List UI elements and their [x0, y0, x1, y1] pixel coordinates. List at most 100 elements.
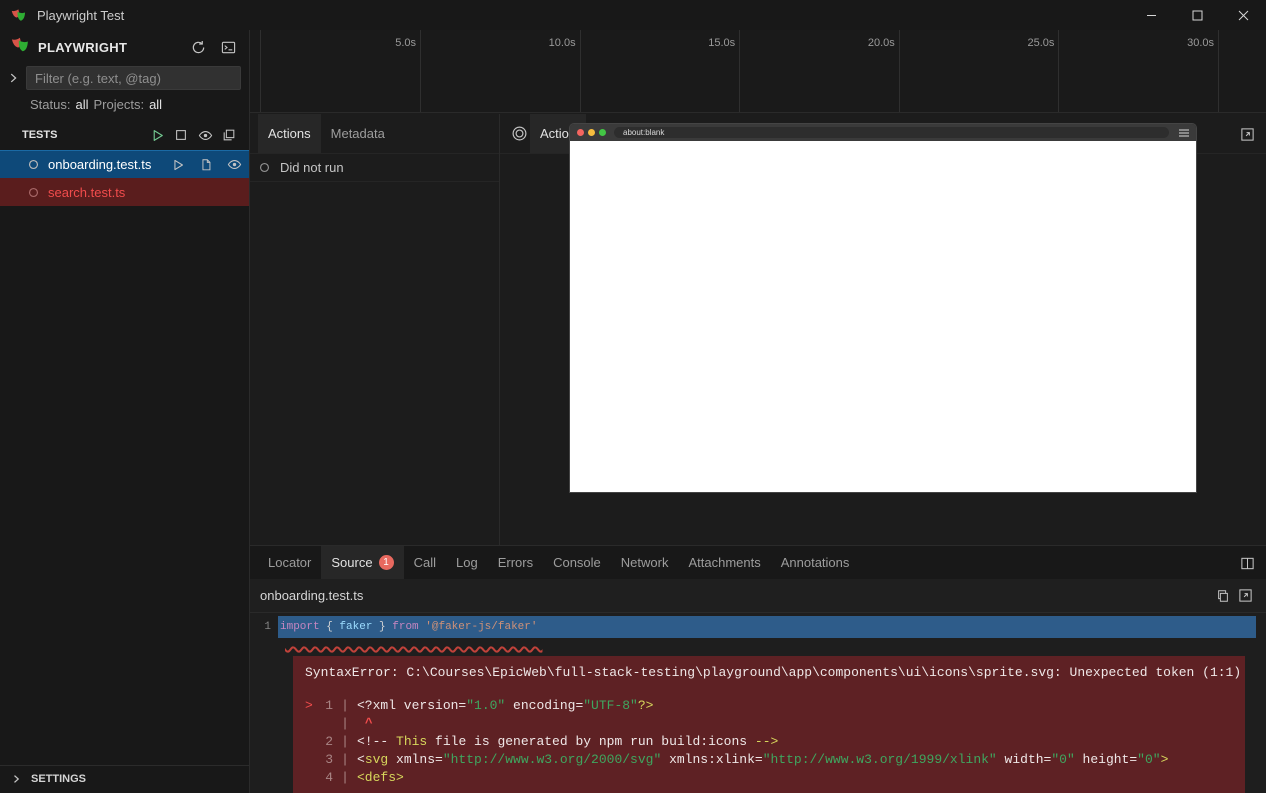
test-file-row-search-test-ts[interactable]: search.test.ts — [0, 178, 249, 206]
watch-test-eye-icon[interactable] — [223, 154, 245, 176]
minimize-button[interactable] — [1128, 0, 1174, 30]
projects-value: all — [149, 97, 162, 112]
circle-status-icon — [259, 162, 270, 173]
timeline-tick-label: 20.0s — [835, 37, 895, 49]
source-line-1: 1 import { faker } from '@faker-js/faker… — [250, 616, 1256, 638]
watch-all-eye-icon[interactable] — [193, 124, 217, 146]
sidebar-header: PLAYWRIGHT — [0, 30, 249, 64]
popout-snapshot-icon[interactable] — [1236, 123, 1258, 145]
copy-icon[interactable] — [1212, 585, 1234, 607]
error-widget: SyntaxError: C:\Courses\EpicWeb\full-sta… — [293, 656, 1245, 793]
circle-status-icon — [28, 187, 39, 198]
test-file-name: onboarding.test.ts — [48, 157, 151, 172]
timeline-gridline — [420, 30, 421, 112]
tab-locator[interactable]: Locator — [258, 546, 321, 579]
tab-label: Attachments — [688, 555, 760, 570]
open-in-editor-icon[interactable] — [1234, 585, 1256, 607]
tab-label: Log — [456, 555, 478, 570]
tab-label: Actions — [268, 126, 311, 141]
line-number: 1 — [250, 621, 278, 633]
tab-metadata[interactable]: Metadata — [321, 114, 395, 153]
sidebar-brand-title: PLAYWRIGHT — [38, 40, 179, 55]
show-source-icon[interactable] — [195, 154, 217, 176]
source-file-name: onboarding.test.ts — [260, 588, 363, 603]
stop-icon[interactable] — [169, 124, 193, 146]
tab-label: Errors — [498, 555, 533, 570]
chevron-right-icon[interactable] — [6, 71, 20, 85]
timeline-gridline — [580, 30, 581, 112]
settings-label: SETTINGS — [31, 773, 86, 785]
playwright-masks-icon — [10, 36, 30, 59]
error-frame: >1|<?xml version="1.0" encoding="UTF-8"?… — [305, 698, 1233, 788]
source-code-text: import { faker } from '@faker-js/faker' — [278, 616, 1256, 638]
timeline-tick-label: 5.0s — [356, 37, 416, 49]
timeline-gridline — [1218, 30, 1219, 112]
timeline-tick-label: 10.0s — [516, 37, 576, 49]
run-all-icon[interactable] — [145, 124, 169, 146]
tab-label: Metadata — [331, 126, 385, 141]
tab-label: Network — [621, 555, 669, 570]
error-frame-row: | ^ — [305, 716, 1233, 734]
timeline[interactable]: 5.0s 10.0s 15.0s 20.0s 25.0s 30.0s — [250, 30, 1266, 113]
timeline-tick-label: 25.0s — [994, 37, 1054, 49]
tab-actions[interactable]: Actions — [258, 114, 321, 153]
bottom-panel: LocatorSource1 Call Log Errors Console Networ… — [250, 545, 1266, 793]
run-test-icon[interactable] — [167, 154, 189, 176]
browser-snapshot: about:blank — [570, 124, 1196, 492]
tab-console[interactable]: Console — [543, 546, 611, 579]
close-button[interactable] — [1220, 0, 1266, 30]
timeline-tick-label: 30.0s — [1154, 37, 1214, 49]
title-bar: Playwright Test — [0, 0, 1266, 30]
status-label: Status: — [30, 97, 70, 112]
timeline-gridline — [260, 30, 261, 112]
snapshot-panel: ActionBeforeAfter about:blank — [500, 114, 1266, 545]
page-url: about:blank — [623, 128, 664, 137]
error-squiggle: import { faker } from '@faker-js/faker' — [285, 637, 542, 649]
pick-locator-target-icon[interactable] — [508, 123, 530, 145]
source-file-header: onboarding.test.ts — [250, 579, 1266, 613]
tab-source[interactable]: Source1 — [321, 546, 403, 579]
status-line: Status: all Projects: all — [0, 92, 249, 116]
window-title: Playwright Test — [37, 8, 124, 23]
timeline-gridline — [1058, 30, 1059, 112]
tests-section-header: TESTS — [0, 120, 249, 150]
content-split: Actions Metadata Did not run ActionBefore… — [250, 114, 1266, 545]
status-value: all — [75, 97, 88, 112]
window-controls — [1128, 0, 1266, 30]
error-frame-row: >1|<?xml version="1.0" encoding="UTF-8"?… — [305, 698, 1233, 716]
tab-attachments[interactable]: Attachments — [678, 546, 770, 579]
tab-log[interactable]: Log — [446, 546, 488, 579]
bottom-tabbar: LocatorSource1 Call Log Errors Console Networ… — [250, 546, 1266, 579]
actions-panel: Actions Metadata Did not run — [250, 114, 500, 545]
split-view-icon[interactable] — [1236, 552, 1258, 574]
test-file-name: search.test.ts — [48, 185, 125, 200]
tab-label: Call — [414, 555, 436, 570]
tab-network[interactable]: Network — [611, 546, 679, 579]
test-file-row-onboarding-test-ts[interactable]: onboarding.test.ts — [0, 150, 249, 178]
source-view[interactable]: 1 import { faker } from '@faker-js/faker… — [250, 613, 1266, 793]
sidebar: PLAYWRIGHT Status: all Projects: all TES… — [0, 30, 250, 793]
projects-label: Projects: — [93, 97, 144, 112]
did-not-run-label: Did not run — [280, 160, 344, 175]
error-frame-row: 3|<svg xmlns="http://www.w3.org/2000/svg… — [305, 752, 1233, 770]
timeline-gridline — [739, 30, 740, 112]
tab-errors[interactable]: Errors — [488, 546, 543, 579]
timeline-tick-label: 15.0s — [675, 37, 735, 49]
main-area: 5.0s 10.0s 15.0s 20.0s 25.0s 30.0s Actions Met… — [250, 30, 1266, 793]
actions-tabbar: Actions Metadata — [250, 114, 499, 154]
error-frame-row: 4|<defs> — [305, 770, 1233, 788]
sidebar-item-settings[interactable]: SETTINGS — [0, 765, 249, 792]
reload-tests-icon[interactable] — [187, 36, 209, 58]
filter-input[interactable] — [26, 66, 241, 90]
maximize-button[interactable] — [1174, 0, 1220, 30]
tab-call[interactable]: Call — [404, 546, 446, 579]
tab-annotations[interactable]: Annotations — [771, 546, 860, 579]
filter-row — [0, 64, 249, 92]
collapse-all-icon[interactable] — [217, 124, 241, 146]
address-bar: about:blank — [614, 127, 1169, 138]
tab-label: Annotations — [781, 555, 850, 570]
tab-label: Console — [553, 555, 601, 570]
terminal-icon[interactable] — [217, 36, 239, 58]
action-list-item[interactable]: Did not run — [250, 154, 499, 182]
error-frame-row: 2|<!-- This file is generated by npm run… — [305, 734, 1233, 752]
